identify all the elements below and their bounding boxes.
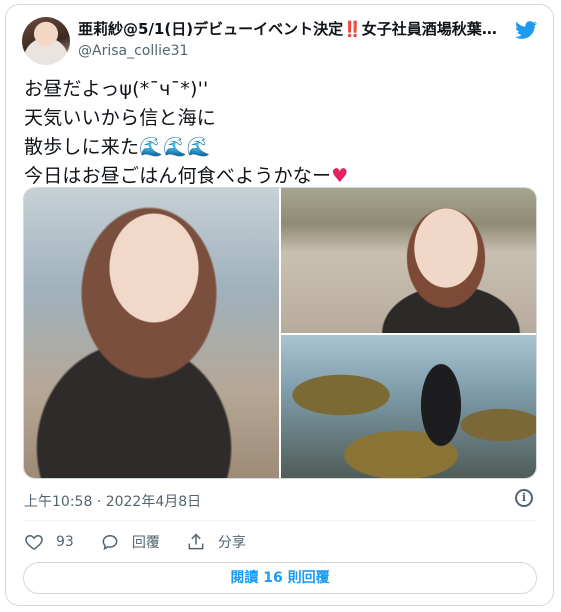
action-bar: 93 回覆 分享 [24,531,272,553]
photo-selfie-beach-left[interactable] [24,188,279,478]
read-replies-prefix: 閱讀 [230,570,264,586]
divider [24,520,535,521]
display-name-prefix: 亜莉紗@ [78,20,139,38]
photo-dog-on-rocks[interactable] [281,335,536,478]
display-name[interactable]: 亜莉紗@5/1(日)デビューイベント決定‼️女子社員酒場秋葉原… [78,19,498,39]
info-icon[interactable]: i [515,489,533,507]
display-name-date: 5/1(日) [138,20,194,38]
timestamp[interactable]: 上午10:58 · 2022年4月8日 [24,491,201,511]
share-button[interactable]: 分享 [186,532,246,552]
like-button[interactable]: 93 [24,532,74,552]
reply-label: 回覆 [131,535,160,551]
reply-count: 16 [263,570,283,586]
reply-icon [102,534,118,551]
tweet-text: お昼だよっψ(*¯ч¯*)'' 天気いいから信と海に 散歩しに来た🌊🌊🌊 今日は… [24,75,534,191]
red-heart-emoji: ♥ [331,165,349,187]
media-grid [23,187,537,479]
display-name-event: デビューイベント決定 [193,20,344,38]
photo-selfie-beach-right[interactable] [281,188,536,333]
tweet-text-body: お昼だよっψ(*¯ч¯*)'' 天気いいから信と海に 散歩しに来た🌊🌊🌊 今日は… [24,78,332,187]
read-replies-suffix: 則回覆 [282,570,330,586]
share-icon [188,533,204,550]
avatar[interactable] [22,17,70,65]
double-exclamation-icon: ‼️ [343,20,362,38]
read-replies-button[interactable]: 閱讀 16 則回覆 [23,562,537,594]
user-handle[interactable]: @Arisa_collie31 [78,42,188,60]
reply-button[interactable]: 回覆 [100,532,160,552]
tweet-card: 亜莉紗@5/1(日)デビューイベント決定‼️女子社員酒場秋葉原… @Arisa_… [5,4,554,606]
twitter-bird-icon[interactable] [513,19,539,41]
heart-icon [25,534,43,550]
share-label: 分享 [217,535,246,551]
like-count: 93 [56,534,74,550]
display-name-suffix: 女子社員酒場秋葉原… [361,20,498,38]
